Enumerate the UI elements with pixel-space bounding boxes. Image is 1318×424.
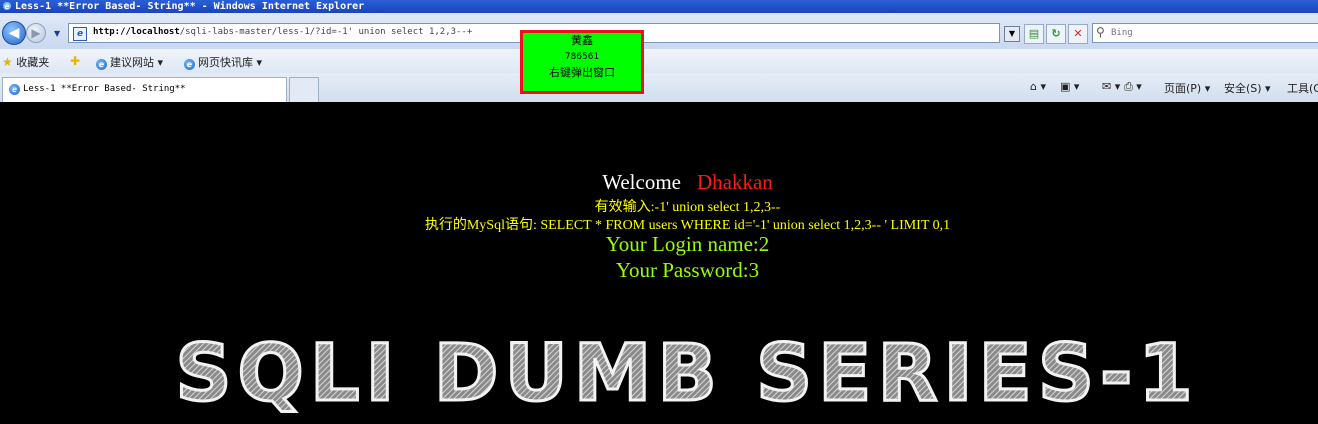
page-content: Welcome Dhakkan 有效输入:-1' union select 1,2…: [0, 102, 1318, 424]
star-icon: ★: [2, 55, 13, 69]
recent-pages-dropdown-icon[interactable]: ▼: [54, 29, 60, 38]
tab-less-1[interactable]: e Less-1 **Error Based- String**: [2, 77, 287, 102]
sqli-dumb-series-banner: SQLI DUMB SERIES-1: [174, 328, 1198, 417]
search-box[interactable]: ⚲: [1092, 23, 1318, 43]
sql-statement-text: 执行的MySql语句: SELECT * FROM users WHERE id…: [424, 218, 951, 233]
login-name-text: Your Login name:2: [605, 232, 770, 256]
address-dropdown-button[interactable]: ▼: [1004, 26, 1020, 42]
overlay-name: 黄鑫: [571, 34, 593, 47]
window-title: Less-1 **Error Based- String** - Windows…: [15, 1, 365, 12]
tab-bar: e Less-1 **Error Based- String** ⌂ ▾ ▣ ▾ …: [0, 73, 1318, 103]
search-icon: ⚲: [1096, 25, 1105, 39]
tab-label: e Less-1 **Error Based- String**: [9, 84, 186, 95]
home-button[interactable]: ⌂ ▾: [1030, 80, 1046, 93]
welcome-text: Welcome: [602, 170, 681, 194]
new-tab-button[interactable]: [289, 77, 319, 102]
stop-button[interactable]: ✕: [1068, 24, 1088, 44]
url-path: /sqli-labs-master/less-1/?id=-1' union s…: [179, 27, 473, 37]
suggested-sites-link[interactable]: e 建议网站 ▾: [96, 54, 163, 70]
refresh-button[interactable]: ↻: [1046, 24, 1066, 44]
back-arrow-icon: ◀: [8, 25, 20, 41]
url-host: http://localhost: [93, 27, 180, 37]
favorites-label: 收藏夹: [16, 56, 50, 69]
suggested-sites-label: 建议网站 ▾: [110, 56, 164, 69]
overlay-popup[interactable]: 黄鑫 786561 右键弹出窗口: [520, 30, 644, 94]
window-title-bar[interactable]: e Less-1 **Error Based- String** - Window…: [0, 0, 1318, 13]
favorites-bar: ★ 收藏夹 ✚ e 建议网站 ▾ e 网页快讯库 ▾: [0, 49, 1318, 73]
print-button[interactable]: ⎙ ▾: [1124, 80, 1142, 94]
overlay-number: 786561: [564, 52, 600, 62]
compatibility-icon: ▤: [1028, 27, 1040, 40]
printer-icon: ⎙: [1124, 80, 1133, 93]
tab-title: Less-1 **Error Based- String**: [23, 84, 186, 94]
password-text: Your Password:3: [615, 258, 760, 282]
ie-page-icon: e: [184, 59, 195, 70]
search-input[interactable]: [1111, 26, 1311, 39]
close-icon: ✕: [1073, 27, 1083, 40]
favorites-button[interactable]: ★ 收藏夹: [2, 54, 49, 70]
mail-icon: ✉: [1102, 80, 1112, 93]
user-name: Dhakkan: [696, 170, 773, 194]
url-text: http://localhost/sqli-labs-master/less-1…: [93, 27, 472, 37]
refresh-icon: ↻: [1051, 27, 1061, 40]
web-slice-gallery-link[interactable]: e 网页快讯库 ▾: [184, 54, 262, 70]
add-favorite-icon: ✚: [70, 54, 81, 68]
page-icon: e: [73, 27, 87, 41]
forward-arrow-icon: ▶: [31, 26, 41, 40]
page-menu[interactable]: 页面(P) ▾: [1164, 80, 1210, 96]
feeds-button[interactable]: ▣ ▾: [1060, 80, 1079, 93]
ie-page-icon: e: [9, 84, 20, 95]
banner-text: SQLI DUMB SERIES-1: [175, 329, 1198, 416]
address-toolbar: ◀ ▶ ▼ e http://localhost/sqli-labs-maste…: [0, 13, 1318, 49]
forward-button[interactable]: ▶: [26, 23, 46, 43]
welcome-line: Welcome Dhakkan: [0, 170, 1318, 195]
web-slice-label: 网页快讯库 ▾: [198, 56, 263, 69]
add-favorite-button[interactable]: ✚: [70, 54, 80, 68]
compatibility-view-button[interactable]: ▤: [1024, 24, 1044, 44]
home-icon: ⌂: [1030, 80, 1037, 93]
valid-input-text: 有效输入:-1' union select 1,2,3--: [594, 200, 781, 215]
tools-menu[interactable]: 工具(O): [1287, 80, 1318, 96]
safety-menu[interactable]: 安全(S) ▾: [1224, 80, 1271, 96]
rss-icon: ▣: [1060, 80, 1071, 93]
ie-page-icon: e: [96, 59, 107, 70]
mail-button[interactable]: ✉ ▾: [1102, 80, 1120, 93]
internet-explorer-icon: e: [3, 2, 11, 11]
svg-text:e: e: [5, 2, 10, 11]
overlay-action: 右键弹出窗口: [549, 66, 615, 79]
back-button[interactable]: ◀: [2, 21, 26, 45]
